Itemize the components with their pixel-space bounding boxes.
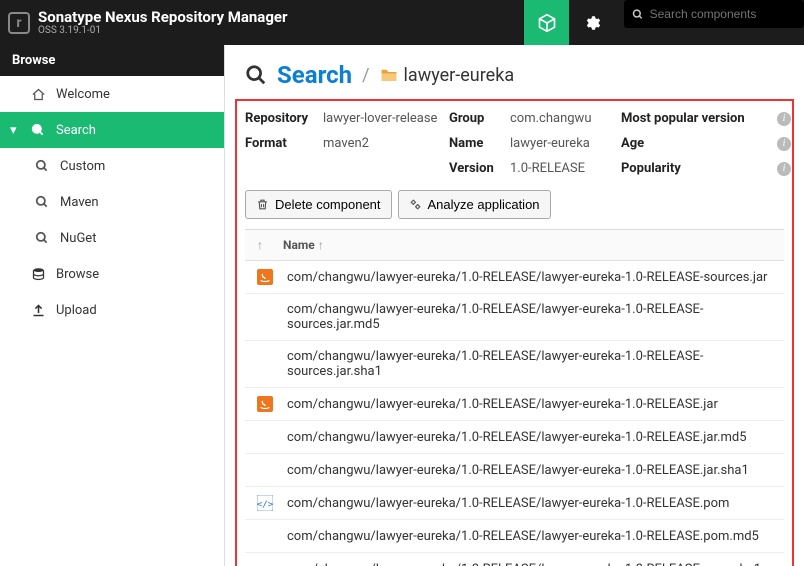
search-icon [632, 8, 644, 21]
file-type-icon [257, 309, 273, 325]
asset-path: com/changwu/lawyer-eureka/1.0-RELEASE/la… [287, 302, 772, 332]
asset-row[interactable]: com/changwu/lawyer-eureka/1.0-RELEASE/la… [245, 341, 784, 388]
asset-path: com/changwu/lawyer-eureka/1.0-RELEASE/la… [287, 562, 761, 566]
sidebar-item-welcome[interactable]: Welcome [0, 76, 224, 112]
component-name: lawyer-eureka [404, 65, 515, 86]
asset-path: com/changwu/lawyer-eureka/1.0-RELEASE/la… [287, 529, 759, 544]
assets-table-header: ↑ Name ↑ [245, 229, 784, 261]
sidebar-item-label: Maven [60, 195, 210, 210]
file-type-icon [257, 396, 273, 412]
assets-table-body: com/changwu/lawyer-eureka/1.0-RELEASE/la… [245, 261, 784, 566]
asset-row[interactable]: com/changwu/lawyer-eureka/1.0-RELEASE/la… [245, 261, 784, 294]
asset-path: com/changwu/lawyer-eureka/1.0-RELEASE/la… [287, 496, 729, 511]
meta-value: lawyer-lover-release [323, 111, 443, 126]
analyze-application-button[interactable]: Analyze application [398, 190, 551, 219]
meta-value: 1.0-RELEASE [510, 161, 615, 176]
asset-row[interactable]: com/changwu/lawyer-eureka/1.0-RELEASE/la… [245, 421, 784, 454]
asset-row[interactable]: com/changwu/lawyer-eureka/1.0-RELEASE/la… [245, 454, 784, 487]
file-type-icon [257, 429, 273, 445]
page-title: Search / lawyer-eureka [225, 45, 804, 99]
delete-component-button[interactable]: Delete component [245, 190, 392, 219]
brand-version: OSS 3.19.1-01 [38, 25, 287, 36]
info-icon[interactable]: i [777, 112, 791, 126]
asset-row[interactable]: com/changwu/lawyer-eureka/1.0-RELEASE/la… [245, 388, 784, 421]
file-type-icon [257, 269, 273, 285]
nexus-logo-icon: r [8, 12, 30, 34]
meta-label: Repository [245, 111, 317, 126]
sidebar-item-label: Upload [56, 303, 210, 318]
meta-label: Most popular version [621, 111, 771, 126]
search-icon [245, 64, 267, 86]
meta-label: Name [449, 136, 504, 151]
asset-path: com/changwu/lawyer-eureka/1.0-RELEASE/la… [287, 397, 718, 412]
breadcrumb-separator: / [362, 65, 369, 86]
button-label: Delete component [275, 197, 381, 212]
button-label: Analyze application [428, 197, 540, 212]
sidebar: Browse Welcome ▾ Search Custom [0, 45, 225, 566]
search-breadcrumb-link[interactable]: Search [277, 61, 352, 89]
chevron-down-icon: ▾ [10, 123, 20, 138]
home-icon [30, 86, 46, 102]
header-search[interactable] [624, 0, 804, 28]
folder-icon [380, 67, 398, 83]
asset-row[interactable]: com/changwu/lawyer-eureka/1.0-RELEASE/la… [245, 294, 784, 341]
component-metadata: Repository lawyer-lover-release Group co… [245, 111, 784, 176]
asset-path: com/changwu/lawyer-eureka/1.0-RELEASE/la… [287, 430, 747, 445]
asset-path: com/changwu/lawyer-eureka/1.0-RELEASE/la… [287, 349, 772, 379]
meta-value: com.changwu [510, 111, 615, 126]
meta-value: maven2 [323, 136, 443, 151]
admin-mode-button[interactable] [569, 0, 614, 45]
sidebar-item-custom[interactable]: Custom [0, 148, 224, 184]
sidebar-item-label: Search [56, 123, 210, 138]
file-type-icon [257, 528, 273, 544]
asset-row[interactable]: com/changwu/lawyer-eureka/1.0-RELEASE/la… [245, 553, 784, 566]
sidebar-item-nuget[interactable]: NuGet [0, 220, 224, 256]
meta-value: lawyer-eureka [510, 136, 615, 151]
meta-label: Format [245, 136, 317, 151]
search-icon [34, 194, 50, 210]
sidebar-item-label: NuGet [60, 231, 210, 246]
meta-label: Group [449, 111, 504, 126]
sidebar-item-upload[interactable]: Upload [0, 292, 224, 328]
sidebar-item-label: Custom [60, 159, 210, 174]
search-input[interactable] [650, 7, 796, 21]
search-icon [30, 122, 46, 138]
trash-icon [256, 198, 269, 211]
search-icon [34, 158, 50, 174]
database-icon [30, 266, 46, 282]
brand-block: r Sonatype Nexus Repository Manager OSS … [0, 9, 287, 37]
gear-icon [583, 14, 601, 32]
column-name[interactable]: Name ↑ [283, 238, 324, 252]
asset-path: com/changwu/lawyer-eureka/1.0-RELEASE/la… [287, 463, 749, 478]
file-type-icon: </> [257, 495, 273, 511]
search-icon [34, 230, 50, 246]
upload-icon [30, 302, 46, 318]
meta-label: Popularity [621, 161, 771, 176]
sidebar-item-search[interactable]: ▾ Search [0, 112, 224, 148]
meta-label: Version [449, 161, 504, 176]
browse-mode-button[interactable] [524, 0, 569, 45]
file-type-icon [257, 356, 273, 372]
component-detail-panel: Repository lawyer-lover-release Group co… [235, 99, 794, 566]
main-content: Search / lawyer-eureka Repository lawyer… [225, 45, 804, 566]
meta-label: Age [621, 136, 771, 151]
file-type-icon [257, 561, 273, 566]
info-icon[interactable]: i [777, 137, 791, 151]
svg-text:</>: </> [257, 500, 273, 510]
sidebar-item-browse[interactable]: Browse [0, 256, 224, 292]
sidebar-header: Browse [0, 45, 224, 76]
asset-path: com/changwu/lawyer-eureka/1.0-RELEASE/la… [287, 270, 767, 285]
sidebar-item-maven[interactable]: Maven [0, 184, 224, 220]
file-type-icon [257, 462, 273, 478]
sidebar-item-label: Welcome [56, 87, 210, 102]
sort-arrow-icon[interactable]: ↑ [257, 238, 263, 252]
sidebar-item-label: Browse [56, 267, 210, 282]
brand-title: Sonatype Nexus Repository Manager [38, 9, 287, 26]
asset-row[interactable]: </> com/changwu/lawyer-eureka/1.0-RELEASE… [245, 487, 784, 520]
gears-icon [409, 198, 422, 211]
cube-icon [537, 13, 557, 33]
app-header: r Sonatype Nexus Repository Manager OSS … [0, 0, 804, 45]
info-icon[interactable]: i [777, 162, 791, 176]
asset-row[interactable]: com/changwu/lawyer-eureka/1.0-RELEASE/la… [245, 520, 784, 553]
